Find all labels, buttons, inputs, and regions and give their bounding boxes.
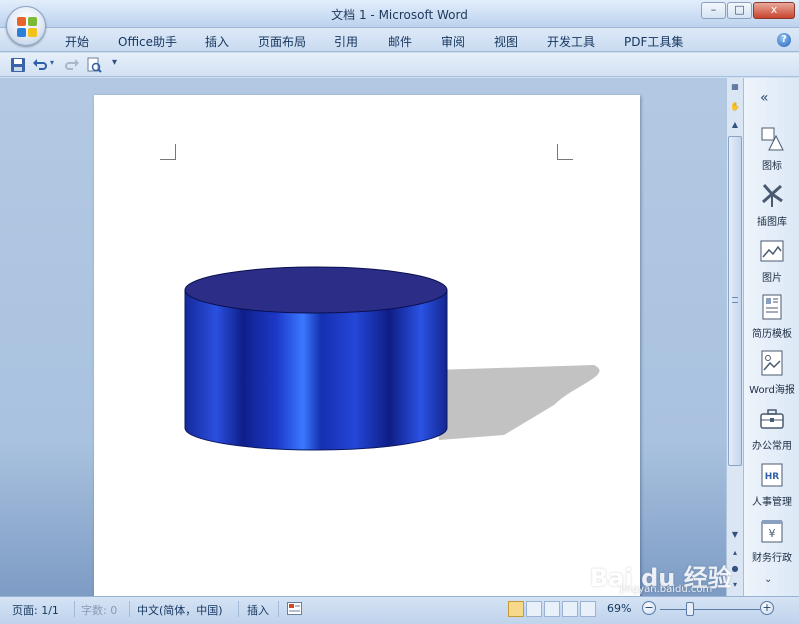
cylinder-shadow xyxy=(434,365,600,440)
tab-home[interactable]: 开始 xyxy=(65,33,89,50)
tab-references[interactable]: 引用 xyxy=(334,33,358,50)
briefcase-icon xyxy=(760,409,784,429)
windmill-icon xyxy=(762,184,783,207)
print-preview-icon[interactable] xyxy=(86,57,102,73)
zoom-level[interactable]: 69% xyxy=(607,602,631,615)
minimize-button[interactable]: – xyxy=(701,2,726,19)
shapes-icon xyxy=(761,127,784,151)
side-item-illustrations[interactable]: 插图库 xyxy=(744,182,799,228)
tab-page-layout[interactable]: 页面布局 xyxy=(258,33,306,50)
quick-access-toolbar: ▾ ▾ xyxy=(0,53,799,77)
side-item-icons[interactable]: 图标 xyxy=(744,126,799,172)
vertical-scrollbar[interactable]: ▦ ✋ ▲ ▼ ▴ ● ▾ xyxy=(726,78,743,596)
baidu-watermark: Bai du 经验 jingyan.baidu.com xyxy=(590,548,740,596)
tab-view[interactable]: 视图 xyxy=(494,33,518,50)
insert-mode[interactable]: 插入 xyxy=(247,602,269,618)
tab-mailings[interactable]: 邮件 xyxy=(388,33,412,50)
more-items-icon[interactable]: ⌄ xyxy=(764,574,772,585)
side-item-office-common[interactable]: 办公常用 xyxy=(744,406,799,452)
side-item-hr-management[interactable]: HR 人事管理 xyxy=(744,462,799,508)
scroll-thumb[interactable] xyxy=(728,136,742,466)
window-controls: – □ x xyxy=(701,2,795,19)
watermark-url: jingyan.baidu.com xyxy=(620,584,713,595)
cylinder-shape[interactable] xyxy=(174,245,614,465)
side-item-label: 插图库 xyxy=(757,217,787,228)
window-title: 文档 1 - Microsoft Word xyxy=(331,8,468,22)
svg-text:¥: ¥ xyxy=(769,527,776,540)
document-workspace xyxy=(0,78,726,596)
margin-marker-top-right xyxy=(557,144,573,160)
zoom-slider-thumb[interactable] xyxy=(686,602,694,616)
document-page[interactable] xyxy=(94,95,640,596)
cylinder-top xyxy=(184,266,448,314)
word-count[interactable]: 字数: 0 xyxy=(81,602,117,618)
tab-office-assistant[interactable]: Office助手 xyxy=(118,33,177,50)
tab-pdf-tools[interactable]: PDF工具集 xyxy=(624,33,683,50)
hand-tool-icon[interactable]: ✋ xyxy=(728,100,742,114)
hr-icon: HR xyxy=(761,463,783,487)
language-indicator[interactable]: 中文(简体，中国) xyxy=(137,602,223,618)
scroll-down-icon[interactable]: ▼ xyxy=(728,528,742,542)
side-item-finance-admin[interactable]: ¥ 财务行政 xyxy=(744,518,799,564)
side-item-label: 简历模板 xyxy=(752,329,792,340)
side-item-label: Word海报 xyxy=(749,385,795,396)
status-bar: 页面: 1/1 字数: 0 中文(简体，中国) 插入 69% − + xyxy=(0,596,799,624)
collapse-panel-icon[interactable]: « xyxy=(760,90,768,106)
undo-dropdown-icon[interactable]: ▾ xyxy=(50,58,54,67)
tab-insert[interactable]: 插入 xyxy=(205,33,229,50)
zoom-slider-track[interactable] xyxy=(660,609,760,610)
ribbon-tabs: 开始 Office助手 插入 页面布局 引用 邮件 审阅 视图 开发工具 PDF… xyxy=(0,28,799,52)
tab-developer[interactable]: 开发工具 xyxy=(547,33,595,50)
tab-review[interactable]: 审阅 xyxy=(441,33,465,50)
side-panel: « 图标 插图库 图片 简历模板 Word海报 办公常用 HR 人事管理 ¥ 财… xyxy=(743,78,799,596)
redo-icon[interactable] xyxy=(64,57,80,73)
side-item-word-poster[interactable]: Word海报 xyxy=(744,350,799,396)
office-logo-icon xyxy=(17,17,37,37)
resume-icon xyxy=(762,294,782,320)
office-button[interactable] xyxy=(6,6,46,46)
side-item-pictures[interactable]: 图片 xyxy=(744,238,799,284)
side-item-label: 人事管理 xyxy=(752,497,792,508)
close-button[interactable]: x xyxy=(753,2,795,19)
svg-text:HR: HR xyxy=(765,472,780,482)
help-icon[interactable]: ? xyxy=(777,33,791,47)
save-icon[interactable] xyxy=(10,57,26,73)
scroll-up-icon[interactable]: ▲ xyxy=(728,118,742,132)
poster-icon xyxy=(761,350,783,376)
zoom-in-button[interactable]: + xyxy=(760,601,774,615)
print-layout-view-button[interactable] xyxy=(508,601,524,617)
zoom-out-button[interactable]: − xyxy=(642,601,656,615)
undo-icon[interactable] xyxy=(32,57,48,73)
customize-qat-icon[interactable]: ▾ xyxy=(112,57,117,68)
finance-icon: ¥ xyxy=(761,520,783,543)
maximize-button[interactable]: □ xyxy=(727,2,752,19)
side-item-label: 图片 xyxy=(762,273,782,284)
full-screen-reading-view-button[interactable] xyxy=(526,601,542,617)
title-bar: 文档 1 - Microsoft Word – □ x xyxy=(0,0,799,28)
cylinder-body xyxy=(184,289,448,451)
draft-view-button[interactable] xyxy=(580,601,596,617)
side-item-label: 财务行政 xyxy=(752,553,792,564)
page-count[interactable]: 页面: 1/1 xyxy=(12,602,59,618)
outline-view-button[interactable] xyxy=(562,601,578,617)
side-item-label: 办公常用 xyxy=(752,441,792,452)
web-layout-view-button[interactable] xyxy=(544,601,560,617)
margin-marker-top-left xyxy=(160,144,176,160)
picture-icon xyxy=(760,240,784,262)
side-item-resume-templates[interactable]: 简历模板 xyxy=(744,294,799,340)
ruler-toggle-icon[interactable]: ▦ xyxy=(728,80,742,94)
side-item-label: 图标 xyxy=(762,161,782,172)
macro-record-icon[interactable] xyxy=(287,602,302,615)
